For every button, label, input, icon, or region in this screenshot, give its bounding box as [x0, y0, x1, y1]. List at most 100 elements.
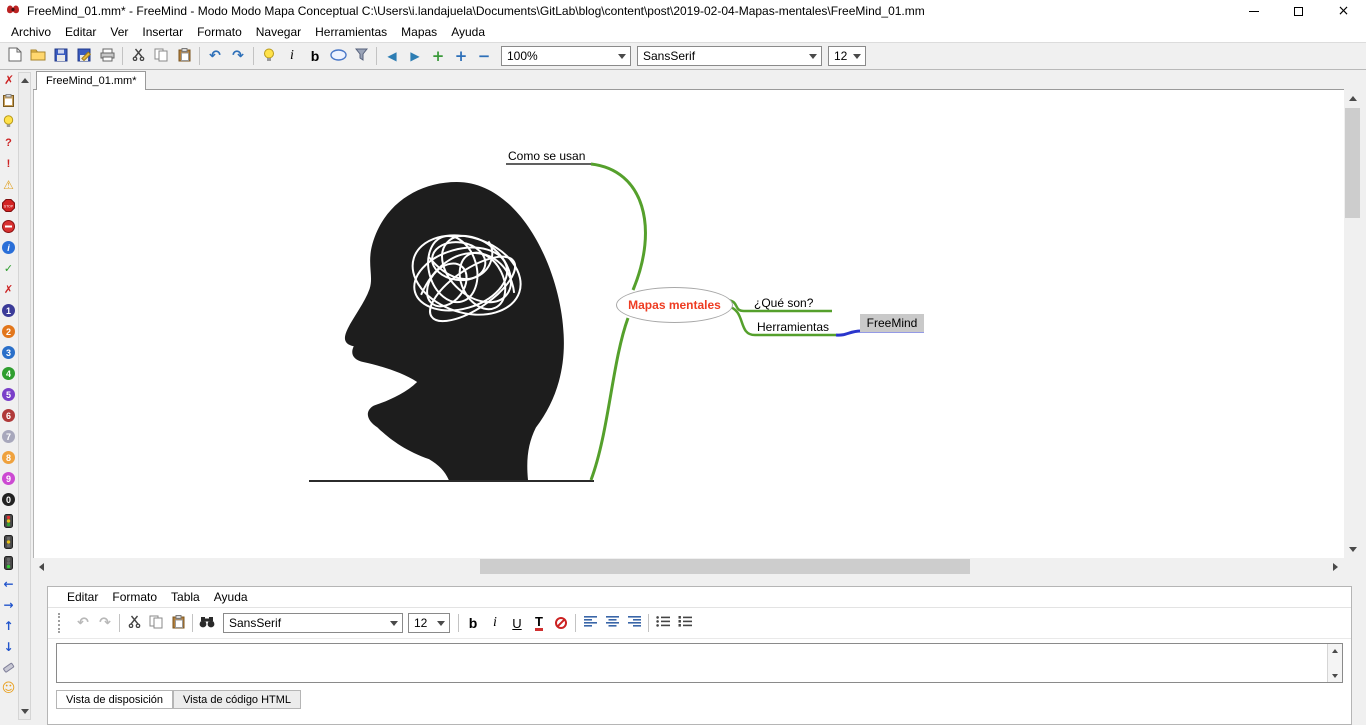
node-root[interactable]: Mapas mentales — [616, 287, 733, 323]
sidebar-icon-priority-7[interactable]: 7 — [2, 430, 16, 443]
menu-herramientas[interactable]: Herramientas — [308, 22, 394, 42]
note-text-color-button[interactable]: T — [528, 612, 550, 634]
menu-insertar[interactable]: Insertar — [135, 22, 190, 42]
toolbar-drag-handle[interactable] — [58, 613, 66, 633]
sidebar-icon-priority-6[interactable]: 6 — [2, 409, 16, 422]
remove-icon-button[interactable]: ✗ — [2, 73, 16, 87]
undo-button[interactable]: ↶ — [204, 45, 226, 67]
zoom-select[interactable]: 100% — [501, 46, 631, 66]
note-undo-button[interactable]: ↶ — [72, 612, 94, 634]
sidebar-icon-help[interactable]: ? — [2, 136, 16, 149]
note-underline-button[interactable]: U — [506, 612, 528, 634]
sidebar-icon-priority-1[interactable]: 1 — [2, 304, 16, 317]
map-canvas[interactable]: Como se usan Mapas mentales ¿Qué son? He… — [33, 90, 1344, 558]
open-file-button[interactable] — [27, 45, 49, 67]
sidebar-icon-arrow-left[interactable]: ← — [2, 577, 16, 590]
node-freemind[interactable]: FreeMind — [860, 314, 924, 332]
note-text-area[interactable] — [56, 643, 1343, 683]
menu-formato[interactable]: Formato — [190, 22, 249, 42]
vertical-scroll-thumb[interactable] — [1345, 108, 1360, 218]
tab-vista-disposicion[interactable]: Vista de disposición — [56, 690, 173, 709]
menu-navegar[interactable]: Navegar — [249, 22, 308, 42]
maximize-button[interactable] — [1276, 0, 1321, 22]
sidebar-icon-prohibited[interactable] — [2, 220, 16, 233]
note-scrollbar[interactable] — [1327, 644, 1342, 682]
sidebar-icon-clipboard[interactable] — [2, 94, 16, 107]
filter-button[interactable] — [350, 45, 372, 67]
print-button[interactable] — [96, 45, 118, 67]
menu-ver[interactable]: Ver — [103, 22, 135, 42]
note-paste-button[interactable] — [167, 612, 189, 634]
note-find-button[interactable] — [196, 612, 218, 634]
menu-archivo[interactable]: Archivo — [4, 22, 58, 42]
sidebar-icon-priority-0[interactable]: 0 — [2, 493, 16, 506]
sidebar-icon-traffic-light-green[interactable] — [2, 556, 16, 569]
sidebar-icon-arrow-up[interactable]: ↑ — [2, 619, 16, 632]
menu-mapas[interactable]: Mapas — [394, 22, 444, 42]
bullet-list-button[interactable] — [652, 612, 674, 634]
note-menu-ayuda[interactable]: Ayuda — [207, 587, 255, 607]
sidebar-icon-smiley[interactable]: ☺ — [2, 682, 16, 695]
font-family-select[interactable]: SansSerif — [637, 46, 822, 66]
scroll-up-button[interactable] — [1344, 90, 1361, 107]
close-button[interactable]: × — [1321, 0, 1366, 22]
zoom-out-button[interactable]: − — [473, 45, 495, 67]
paste-button[interactable] — [173, 45, 195, 67]
note-menu-tabla[interactable]: Tabla — [164, 587, 207, 607]
idea-button[interactable] — [258, 45, 280, 67]
sidebar-icon-info[interactable]: i — [2, 241, 16, 254]
sidebar-icon-not-ok[interactable]: ✗ — [2, 283, 16, 296]
new-document-button[interactable] — [4, 45, 26, 67]
sidebar-icon-priority-3[interactable]: 3 — [2, 346, 16, 359]
head-silhouette-image[interactable] — [345, 182, 564, 480]
align-right-button[interactable] — [623, 612, 645, 634]
cloud-button[interactable] — [327, 45, 349, 67]
align-center-button[interactable] — [601, 612, 623, 634]
sidebar-icon-eraser[interactable] — [2, 661, 16, 674]
numbered-list-button[interactable] — [674, 612, 696, 634]
sidebar-icon-priority-9[interactable]: 9 — [2, 472, 16, 485]
note-font-family-select[interactable]: SansSerif — [223, 613, 403, 633]
sidebar-icon-priority-2[interactable]: 2 — [2, 325, 16, 338]
sidebar-scroll-down[interactable] — [19, 705, 30, 717]
note-copy-button[interactable] — [145, 612, 167, 634]
sidebar-scrollbar[interactable] — [18, 72, 31, 720]
sidebar-icon-stop[interactable]: STOP — [2, 199, 16, 212]
font-size-select[interactable]: 12 — [828, 46, 866, 66]
note-cut-button[interactable] — [123, 612, 145, 634]
sidebar-icon-arrow-down[interactable]: ↓ — [2, 640, 16, 653]
note-remove-format-button[interactable] — [550, 612, 572, 634]
node-que-son[interactable]: ¿Qué son? — [754, 296, 813, 310]
note-bold-button[interactable]: b — [462, 612, 484, 634]
fit-page-button[interactable]: + — [427, 45, 449, 67]
vertical-scrollbar[interactable] — [1344, 90, 1361, 558]
sidebar-icon-warning[interactable]: ⚠ — [2, 178, 16, 191]
sidebar-scroll-up[interactable] — [19, 74, 30, 86]
sidebar-icon-ok[interactable]: ✓ — [2, 262, 16, 275]
italic-button[interactable]: i — [281, 45, 303, 67]
menu-editar[interactable]: Editar — [58, 22, 103, 42]
tab-vista-codigo-html[interactable]: Vista de código HTML — [173, 690, 301, 709]
note-text-content[interactable] — [59, 646, 1326, 680]
note-scroll-down[interactable] — [1328, 669, 1341, 682]
document-tab[interactable]: FreeMind_01.mm* — [36, 71, 146, 90]
note-menu-editar[interactable]: Editar — [60, 587, 105, 607]
sidebar-icon-arrow-right[interactable]: → — [2, 598, 16, 611]
sidebar-icon-priority-5[interactable]: 5 — [2, 388, 16, 401]
node-como-se-usan[interactable]: Como se usan — [508, 149, 585, 163]
scroll-right-button[interactable] — [1327, 558, 1344, 575]
note-font-size-select[interactable]: 12 — [408, 613, 450, 633]
redo-button[interactable]: ↷ — [227, 45, 249, 67]
sidebar-icon-priority-4[interactable]: 4 — [2, 367, 16, 380]
bold-button[interactable]: b — [304, 45, 326, 67]
navigate-forward-button[interactable]: ▶ — [404, 45, 426, 67]
sidebar-icon-priority-8[interactable]: 8 — [2, 451, 16, 464]
horizontal-scroll-thumb[interactable] — [480, 559, 970, 574]
horizontal-scrollbar[interactable] — [33, 558, 1344, 575]
note-redo-button[interactable]: ↷ — [94, 612, 116, 634]
node-herramientas[interactable]: Herramientas — [757, 320, 829, 334]
sidebar-icon-idea[interactable] — [2, 115, 16, 128]
copy-button[interactable] — [150, 45, 172, 67]
scroll-left-button[interactable] — [33, 558, 50, 575]
note-scroll-up[interactable] — [1328, 644, 1341, 657]
